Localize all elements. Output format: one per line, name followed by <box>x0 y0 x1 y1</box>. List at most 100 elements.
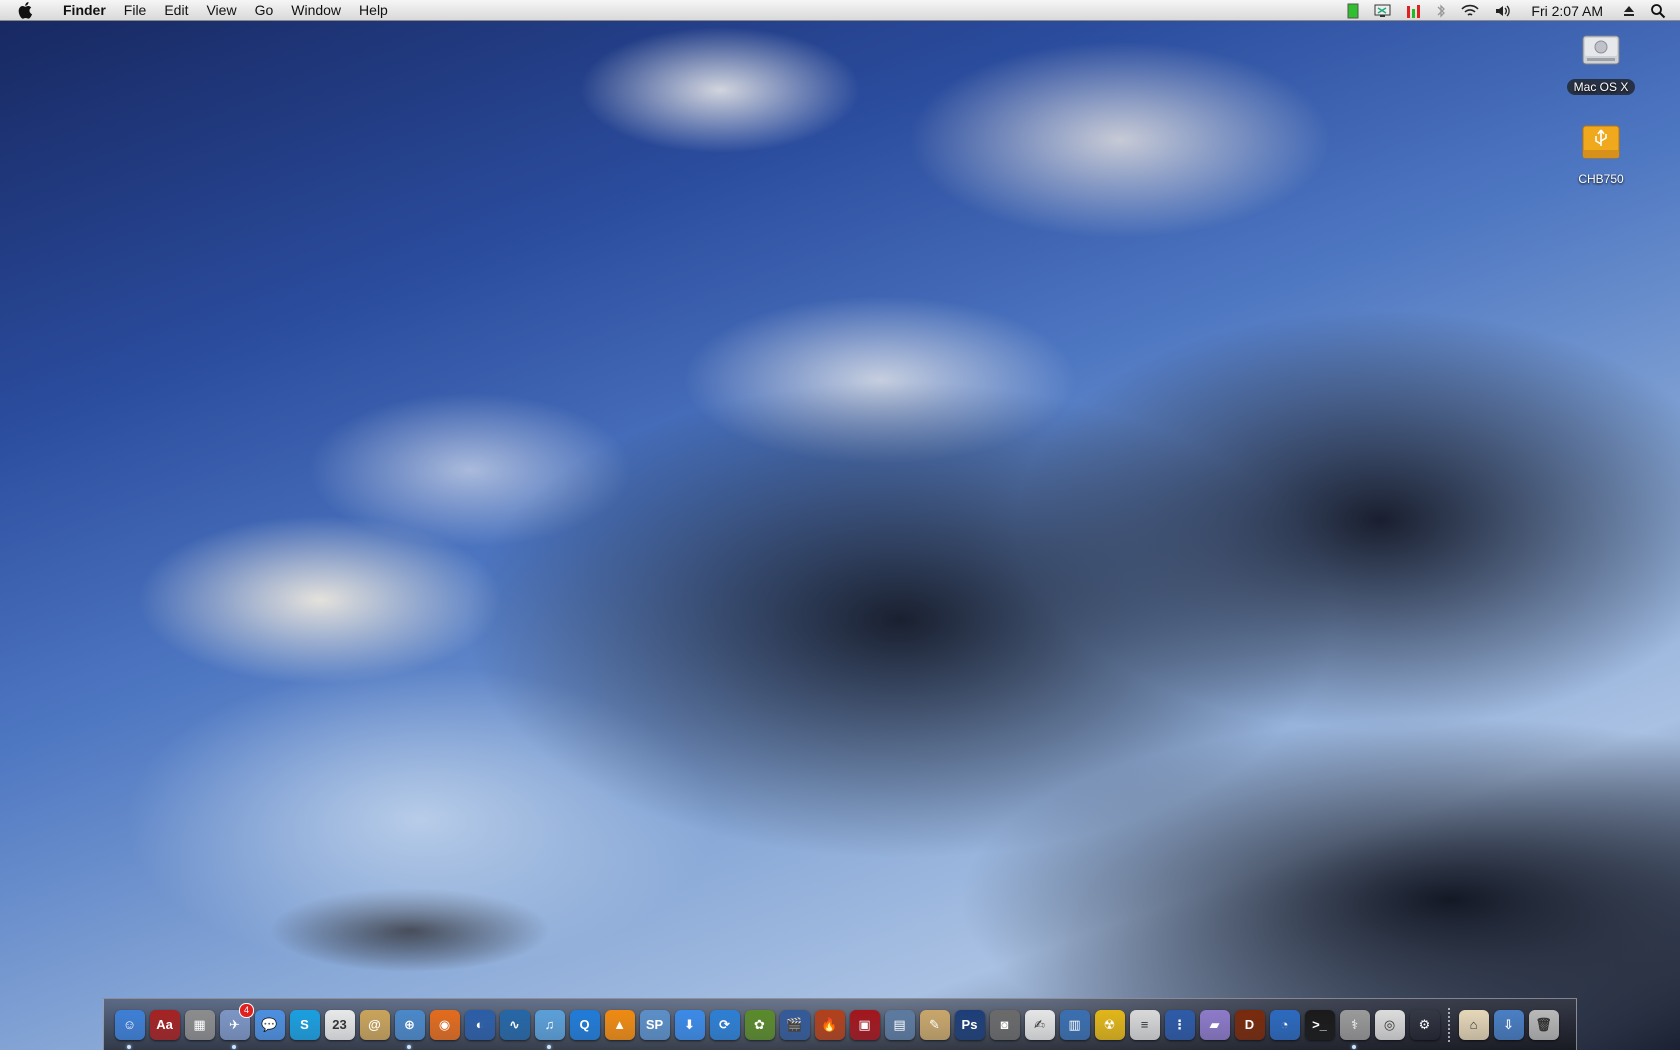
google-earth-icon: ◐ <box>464 1009 495 1040</box>
dock-item-firefox[interactable]: ◉ <box>429 1007 460 1043</box>
desktop-drive-macosx[interactable]: Mac OS X <box>1556 28 1646 95</box>
downloads-stack-icon: ⇩ <box>1493 1009 1524 1040</box>
zipper-icon: ⋮ <box>1164 1009 1195 1040</box>
dock-item-iphoto[interactable]: ▤ <box>884 1007 915 1043</box>
dock-item-quicktime[interactable]: Q <box>569 1007 600 1043</box>
dock-item-radiation[interactable]: ☢ <box>1094 1007 1125 1043</box>
menu-file[interactable]: File <box>115 0 156 21</box>
bluetooth-icon[interactable] <box>1429 0 1453 21</box>
dock-item-zipper[interactable]: ⋮ <box>1164 1007 1195 1043</box>
dock-item-photo-booth[interactable]: ▣ <box>849 1007 880 1043</box>
menu-bar: Finder File Edit View Go Window Help Fri… <box>0 0 1680 21</box>
camera-icon: ◙ <box>989 1009 1020 1040</box>
dock-item-itunes[interactable]: ♫ <box>534 1007 565 1049</box>
menu-window[interactable]: Window <box>282 0 350 21</box>
dock-item-burn[interactable]: 🔥 <box>814 1007 845 1043</box>
dock-item-skype[interactable]: S <box>289 1007 320 1043</box>
dock-item-photoshop[interactable]: Ps <box>954 1007 985 1043</box>
dock-item-safari[interactable]: ⊕ <box>394 1007 425 1049</box>
dock-item-google-earth[interactable]: ◐ <box>464 1007 495 1043</box>
dock-item-textedit[interactable]: ✍ <box>1024 1007 1055 1043</box>
dock-item-dvd-player[interactable]: ◎ <box>1374 1007 1405 1043</box>
dock-item-image-capture[interactable]: ◙ <box>989 1007 1020 1043</box>
running-indicator <box>1352 1044 1356 1049</box>
menu-go[interactable]: Go <box>246 0 283 21</box>
dock-item-calculator[interactable]: ▦ <box>184 1007 215 1043</box>
battery-green-icon[interactable] <box>1339 0 1367 21</box>
wifi-icon[interactable] <box>1453 0 1487 21</box>
usb-drive-icon <box>1556 120 1646 167</box>
adium-icon: ✿ <box>744 1009 775 1040</box>
iphoto-icon: ▤ <box>884 1009 915 1040</box>
eject-icon[interactable] <box>1615 0 1643 21</box>
textedit-icon: ✍ <box>1024 1009 1055 1040</box>
menu-help[interactable]: Help <box>350 0 397 21</box>
terminal-icon: >_ <box>1304 1009 1335 1040</box>
dock-item-ichat[interactable]: 💬 <box>254 1007 285 1043</box>
dock-separator[interactable] <box>1448 1007 1450 1042</box>
ichat-icon: 💬 <box>254 1009 285 1040</box>
imovie-icon: 🎬 <box>779 1009 810 1040</box>
disk-utility-icon: ⚕ <box>1339 1009 1370 1040</box>
spotlight-icon[interactable] <box>1643 0 1680 21</box>
menu-app-finder[interactable]: Finder <box>54 0 115 21</box>
itunes-icon: ♫ <box>534 1009 565 1040</box>
folders-icon: ▰ <box>1199 1009 1230 1040</box>
menu-edit[interactable]: Edit <box>155 0 197 21</box>
diablo-icon: D <box>1234 1009 1265 1040</box>
dock-item-trash[interactable]: 🗑 <box>1528 1007 1559 1043</box>
running-indicator <box>407 1044 411 1049</box>
quicktime-icon: Q <box>569 1009 600 1040</box>
dock-item-files[interactable]: ▥ <box>1059 1007 1090 1043</box>
dock-item-transmission[interactable]: ⬇ <box>674 1007 705 1043</box>
gear-icon: ⚙ <box>1410 1010 1440 1040</box>
dock-item-folders[interactable]: ▰ <box>1199 1007 1230 1043</box>
dock-item-mail[interactable]: ✈ 4 <box>219 1002 254 1049</box>
calculator-icon: ▦ <box>184 1009 215 1040</box>
running-indicator <box>547 1044 551 1049</box>
dock-item-terminal[interactable]: >_ <box>1304 1007 1335 1043</box>
photoshop-icon: Ps <box>954 1009 985 1040</box>
dock-item-finder[interactable]: ☺ <box>114 1007 145 1049</box>
address-book-icon: @ <box>359 1009 390 1040</box>
dock-item-speed-download[interactable]: SP <box>639 1007 670 1043</box>
menu-extras: Fri 2:07 AM <box>1339 0 1680 21</box>
trash-icon: 🗑 <box>1528 1009 1559 1040</box>
skype-icon: S <box>289 1009 320 1040</box>
drive-label: Mac OS X <box>1566 79 1636 95</box>
menu-clock[interactable]: Fri 2:07 AM <box>1519 3 1615 19</box>
desktop-drive-chb750[interactable]: CHB750 <box>1556 120 1646 187</box>
display-icon[interactable] <box>1367 0 1399 21</box>
hard-drive-icon <box>1556 28 1646 75</box>
dock: ☺ Aa ▦ ✈ 4 💬 S 23 @ ⊕ ◉ ◐ ∿ ♫ Q ▲ SP ⬇ ⟳ ✿ 🎬 🔥 ▣ ▤ ✎ Ps ◙ ✍ ▥ ☢ ≡ ⋮ ▰ D ◔ >… <box>103 998 1577 1050</box>
archive-icon: ≡ <box>1129 1009 1160 1040</box>
radiation-icon: ☢ <box>1094 1009 1125 1040</box>
dock-item-system-preferences[interactable]: ⚙ <box>1409 1007 1440 1043</box>
burn-icon: 🔥 <box>814 1009 845 1040</box>
dock-item-activity-monitor[interactable]: ∿ <box>499 1007 530 1043</box>
dock-item-ical[interactable]: 23 <box>324 1007 355 1043</box>
dock-item-disk-utility[interactable]: ⚕ <box>1339 1007 1370 1049</box>
dictionary-icon: Aa <box>149 1009 180 1040</box>
sync-icon: ⟳ <box>709 1009 740 1040</box>
apple-menu-icon[interactable] <box>18 1 36 19</box>
dock-item-sync[interactable]: ⟳ <box>709 1007 740 1043</box>
dock-item-vlc[interactable]: ▲ <box>604 1007 635 1043</box>
dock-item-archive[interactable]: ≡ <box>1129 1007 1160 1043</box>
dock-item-downloads[interactable]: ⇩ <box>1493 1007 1524 1043</box>
dock-item-home[interactable]: ⌂ <box>1458 1007 1489 1043</box>
dock-item-imovie[interactable]: 🎬 <box>779 1007 810 1043</box>
dock-item-address-book[interactable]: @ <box>359 1007 390 1043</box>
finder-icon: ☺ <box>114 1009 145 1040</box>
running-indicator <box>127 1044 131 1049</box>
dock-item-adium[interactable]: ✿ <box>744 1007 775 1043</box>
drive-label: CHB750 <box>1578 172 1624 186</box>
safari-icon: ⊕ <box>394 1009 425 1040</box>
volume-icon[interactable] <box>1487 0 1519 21</box>
menu-view[interactable]: View <box>197 0 245 21</box>
cpu-meter-icon[interactable] <box>1399 0 1429 21</box>
dock-item-diablo[interactable]: D <box>1234 1007 1265 1043</box>
dock-item-blender[interactable]: ◔ <box>1269 1007 1300 1043</box>
dock-item-preview[interactable]: ✎ <box>919 1007 950 1043</box>
dock-item-dictionary[interactable]: Aa <box>149 1007 180 1043</box>
